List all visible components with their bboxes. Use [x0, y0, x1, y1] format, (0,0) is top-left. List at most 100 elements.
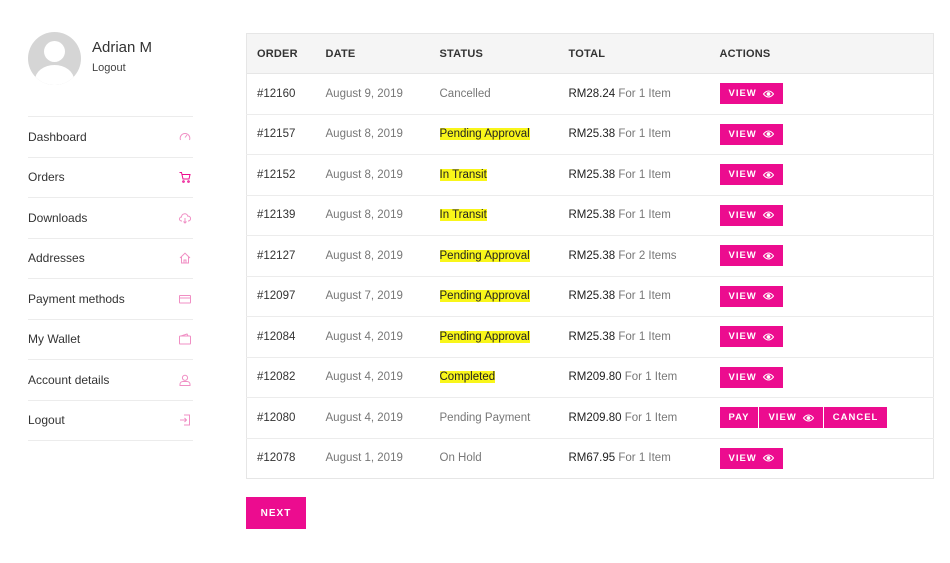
sidebar-item-orders[interactable]: Orders [28, 156, 193, 198]
order-date: August 8, 2019 [325, 154, 440, 195]
order-amount: RM25.38 [568, 209, 616, 222]
eye-icon [757, 211, 774, 219]
order-amount: RM25.38 [568, 290, 616, 303]
eye-icon [757, 171, 774, 179]
order-status-cell: Pending Payment [439, 397, 569, 438]
order-actions: VIEW [719, 275, 934, 317]
order-number[interactable]: #12082 [246, 356, 326, 398]
sidebar-item-label: Account details [28, 372, 110, 387]
order-amount: RM67.95 [568, 452, 616, 465]
order-number[interactable]: #12084 [246, 316, 326, 357]
sidebar-item-dashboard[interactable]: Dashboard [28, 116, 193, 157]
order-number[interactable]: #12080 [246, 397, 326, 438]
order-item-count: For 1 Item [618, 128, 671, 141]
header-date: DATE [325, 33, 440, 74]
table-row: #12080 August 4, 2019 Pending Payment RM209… [246, 397, 934, 438]
view-button[interactable]: VIEW [719, 447, 783, 469]
order-total: RM25.38 For 1 Item [568, 275, 720, 317]
order-number[interactable]: #12157 [246, 113, 326, 155]
order-date: August 8, 2019 [325, 113, 440, 155]
order-number[interactable]: #12127 [246, 235, 326, 276]
order-item-count: For 1 Item [624, 411, 678, 424]
button-label: VIEW [768, 412, 797, 424]
sidebar-item-downloads[interactable]: Downloads [28, 197, 193, 238]
order-total: RM209.80 For 1 Item [568, 356, 720, 398]
order-status: In Transit [439, 209, 487, 222]
header-total: TOTAL [568, 33, 720, 74]
sidebar-item-label: Orders [28, 170, 65, 185]
order-number[interactable]: #12078 [246, 437, 326, 479]
order-actions: PAY VIEW CANCEL [719, 397, 934, 438]
user-info: Adrian M Logout [92, 39, 152, 74]
user-logout-link[interactable]: Logout [92, 62, 152, 74]
order-status-cell: In Transit [439, 154, 569, 195]
order-status-cell: Pending Approval [439, 113, 569, 155]
avatar [28, 32, 81, 85]
order-status: On Hold [439, 452, 482, 465]
order-number[interactable]: #12139 [246, 194, 326, 236]
view-button[interactable]: VIEW [719, 83, 783, 105]
table-row: #12152 August 8, 2019 In Transit RM25.38 Fo… [246, 154, 934, 195]
order-status-cell: On Hold [439, 437, 569, 479]
order-total: RM209.80 For 1 Item [568, 397, 720, 438]
next-page-button[interactable]: NEXT [246, 497, 306, 529]
sidebar-item-label: Logout [28, 413, 65, 428]
order-date: August 4, 2019 [325, 316, 440, 357]
eye-icon [757, 292, 774, 300]
view-button[interactable]: VIEW [719, 285, 783, 307]
order-actions: VIEW [719, 316, 934, 357]
view-button[interactable]: VIEW [719, 366, 783, 388]
view-button[interactable]: VIEW [719, 164, 783, 186]
order-actions: VIEW [719, 73, 934, 114]
order-amount: RM209.80 [568, 371, 622, 384]
order-status: Pending Approval [439, 290, 530, 303]
eye-icon [757, 333, 774, 341]
user-name: Adrian M [92, 39, 153, 56]
button-label: VIEW [728, 209, 757, 221]
sidebar-item-addresses[interactable]: Addresses [28, 237, 193, 279]
sidebar-item-my-wallet[interactable]: My Wallet [28, 318, 193, 360]
button-label: VIEW [728, 88, 757, 100]
eye-icon [797, 414, 814, 422]
order-amount: RM28.24 [568, 87, 616, 100]
order-date: August 8, 2019 [325, 194, 440, 236]
user-profile: Adrian M Logout [28, 32, 193, 116]
order-status: Pending Approval [439, 128, 530, 141]
button-label: VIEW [728, 290, 757, 302]
home-icon [179, 252, 191, 264]
order-actions: VIEW [719, 113, 934, 155]
view-button[interactable]: VIEW [719, 204, 783, 226]
order-status-cell: Pending Approval [439, 275, 569, 317]
order-actions: VIEW [719, 235, 934, 276]
order-number[interactable]: #12097 [246, 275, 326, 317]
eye-icon [757, 252, 774, 260]
order-item-count: For 1 Item [624, 371, 678, 384]
order-status: Completed [439, 371, 496, 384]
sidebar-item-account-details[interactable]: Account details [28, 359, 193, 400]
order-total: RM67.95 For 1 Item [568, 437, 720, 479]
sidebar-item-logout[interactable]: Logout [28, 399, 193, 441]
view-button[interactable]: VIEW [719, 326, 783, 348]
order-total: RM25.38 For 1 Item [568, 194, 720, 236]
view-button[interactable]: VIEW [719, 123, 783, 145]
order-total: RM25.38 For 1 Item [568, 113, 720, 155]
view-button[interactable]: VIEW [719, 245, 783, 267]
button-label: VIEW [728, 371, 757, 383]
order-amount: RM25.38 [568, 249, 616, 262]
table-row: #12078 August 1, 2019 On Hold RM67.95 For 1… [246, 437, 934, 479]
order-actions: VIEW [719, 356, 934, 398]
table-header-row: ORDER DATE STATUS TOTAL ACTIONS [246, 33, 934, 74]
table-row: #12160 August 9, 2019 Cancelled RM28.24 For… [246, 73, 934, 114]
sidebar-item-payment-methods[interactable]: Payment methods [28, 278, 193, 319]
order-number[interactable]: #12160 [246, 73, 326, 114]
button-label: VIEW [728, 128, 757, 140]
button-label: VIEW [728, 331, 757, 343]
order-number[interactable]: #12152 [246, 154, 326, 195]
view-button[interactable]: VIEW [759, 407, 823, 429]
order-amount: RM209.80 [568, 411, 622, 424]
order-status-cell: Completed [439, 356, 569, 398]
order-status: Pending Approval [439, 330, 530, 343]
pay-button[interactable]: PAY [719, 407, 759, 429]
sidebar-item-label: Dashboard [28, 129, 87, 144]
cancel-button[interactable]: CANCEL [823, 407, 888, 429]
